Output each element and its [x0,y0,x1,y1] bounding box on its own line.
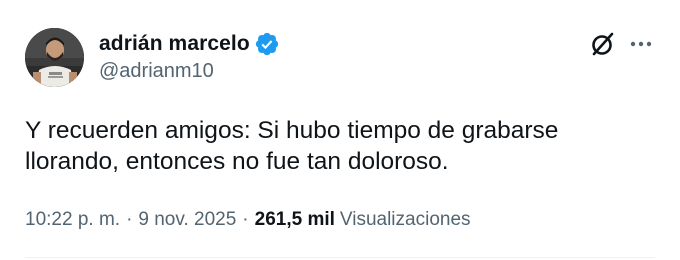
meta-separator: · [126,209,133,230]
meta-separator: · [242,209,249,230]
views-label: Visualizaciones [339,209,471,230]
tweet-time[interactable]: 10:22 p. m. [25,209,120,231]
avatar[interactable] [25,28,84,87]
tweet-text-line: Y recuerden amigos: Si hubo tiempo de gr… [25,117,559,144]
divider [25,257,655,258]
tweet-date[interactable]: 9 nov. 2025 [138,209,236,231]
views-count: 261,5 mil [254,209,335,230]
more-options-icon[interactable] [628,32,654,56]
tweet-text: Y recuerden amigos: Si hubo tiempo de gr… [25,115,655,177]
tweet-card: adrián marcelo @adrianm10 Y recuerden am… [0,0,680,260]
avatar-photo [25,28,84,87]
author-handle[interactable]: @adrianm10 [99,60,214,83]
grok-icon[interactable] [589,30,617,58]
verified-badge-icon[interactable] [254,31,280,57]
tweet-meta: 10:22 p. m. · 9 nov. 2025 · 261,5 mil Vi… [25,206,471,234]
author-name-row: adrián marcelo [99,31,280,57]
author-display-name[interactable]: adrián marcelo [99,32,250,56]
tweet-text-line: llorando, entonces no fue tan doloroso. [25,148,449,175]
